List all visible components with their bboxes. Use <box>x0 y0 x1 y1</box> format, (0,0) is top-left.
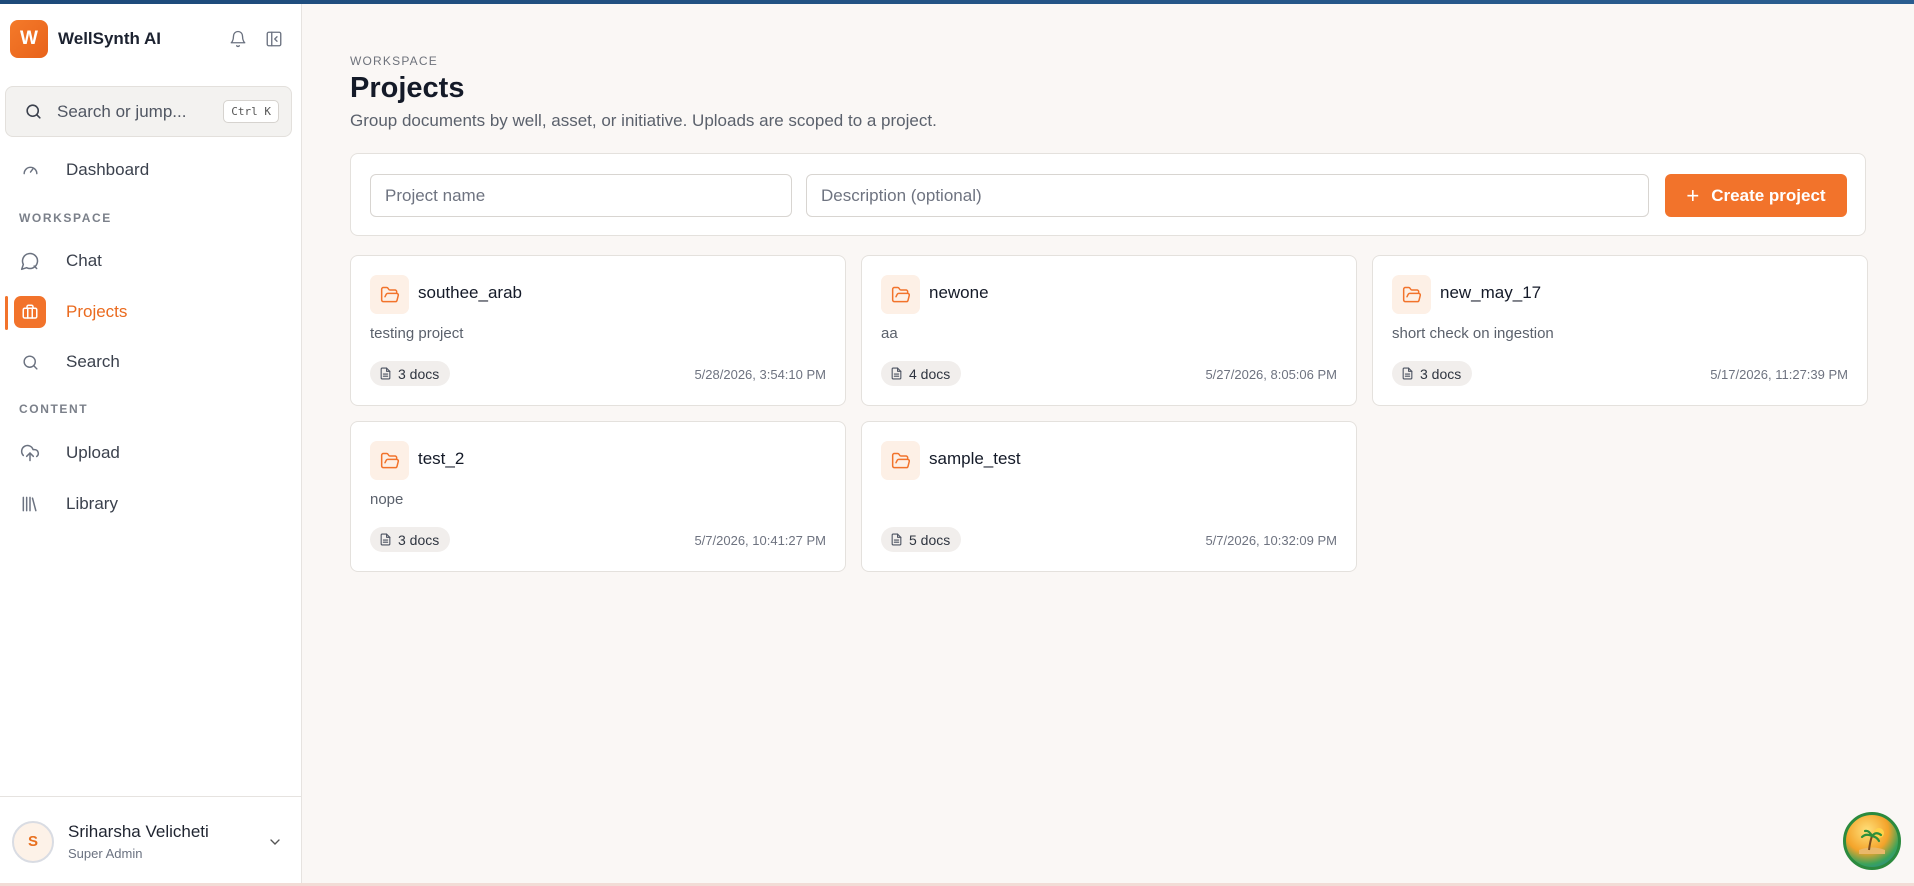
user-info: Sriharsha Velicheti Super Admin <box>68 822 260 861</box>
user-name: Sriharsha Velicheti <box>68 822 209 841</box>
bell-icon <box>230 30 246 48</box>
palm-island-icon <box>1859 828 1885 854</box>
doc-count: 4 docs <box>909 365 951 382</box>
chevron-down-icon <box>260 834 290 850</box>
project-name: test_2 <box>418 449 465 468</box>
project-name: sample_test <box>929 449 1021 468</box>
sidebar-item-label: Projects <box>66 302 128 321</box>
folder-icon <box>370 441 409 480</box>
collapse-sidebar-button[interactable] <box>256 21 292 57</box>
doc-count-badge: 3 docs <box>370 527 451 552</box>
project-name: southee_arab <box>418 283 522 302</box>
create-project-button[interactable]: + Create project <box>1665 174 1847 217</box>
user-role: Super Admin <box>68 846 143 861</box>
doc-count: 5 docs <box>909 531 951 548</box>
panel-left-icon <box>266 31 282 47</box>
project-date: 5/28/2026, 3:54:10 PM <box>694 367 826 382</box>
briefcase-icon <box>14 296 46 328</box>
project-date: 5/7/2026, 10:41:27 PM <box>694 533 826 548</box>
sidebar-item-projects[interactable]: Projects <box>10 292 292 332</box>
chat-icon <box>14 245 46 277</box>
avatar: S <box>12 820 54 863</box>
section-label-workspace: WORKSPACE <box>19 211 112 225</box>
brand-header: W WellSynth AI <box>10 20 292 58</box>
project-card[interactable]: new_may_17 short check on ingestion 3 do… <box>1372 255 1868 406</box>
sidebar-item-chat[interactable]: Chat <box>10 241 292 281</box>
global-search[interactable]: Search or jump... Ctrl K <box>5 86 292 137</box>
folder-icon <box>1392 275 1431 314</box>
create-project-form: + Create project <box>350 153 1866 236</box>
file-icon <box>1401 367 1414 380</box>
file-icon <box>379 533 392 546</box>
folder-icon <box>881 275 920 314</box>
sidebar-item-label: Library <box>66 494 118 513</box>
page-eyebrow: WORKSPACE <box>350 54 438 68</box>
project-card[interactable]: newone aa 4 docs 5/27/2026, 8:05:06 PM <box>861 255 1357 406</box>
sidebar-item-label: Search <box>66 352 120 371</box>
doc-count: 3 docs <box>1420 365 1462 382</box>
app-logo: W <box>10 20 48 58</box>
assistant-launcher-button[interactable] <box>1843 812 1901 870</box>
main-content: WORKSPACE Projects Group documents by we… <box>302 0 1914 886</box>
active-indicator <box>5 296 8 330</box>
create-project-label: Create project <box>1711 185 1826 205</box>
project-card[interactable]: southee_arab testing project 3 docs 5/28… <box>350 255 846 406</box>
search-placeholder: Search or jump... <box>57 101 187 121</box>
cloud-upload-icon <box>14 437 46 469</box>
page-title: Projects <box>350 72 465 104</box>
app-name: WellSynth AI <box>58 29 161 48</box>
doc-count: 3 docs <box>398 365 440 382</box>
notifications-button[interactable] <box>220 21 256 57</box>
project-name-input[interactable] <box>370 174 792 217</box>
plus-icon: + <box>1686 182 1700 208</box>
search-shortcut: Ctrl K <box>223 100 279 123</box>
sidebar-item-label: Dashboard <box>66 160 150 179</box>
project-date: 5/27/2026, 8:05:06 PM <box>1205 367 1337 382</box>
sidebar-item-dashboard[interactable]: Dashboard <box>10 150 292 190</box>
sidebar-item-library[interactable]: Library <box>10 484 292 524</box>
project-card[interactable]: sample_test 5 docs 5/7/2026, 10:32:09 PM <box>861 421 1357 572</box>
sidebar-item-label: Upload <box>66 443 120 462</box>
top-accent-line <box>0 0 1914 4</box>
file-icon <box>890 533 903 546</box>
sidebar-item-upload[interactable]: Upload <box>10 433 292 473</box>
project-description: aa <box>881 325 898 342</box>
sidebar-item-search[interactable]: Search <box>10 342 292 382</box>
section-label-content: CONTENT <box>19 402 89 416</box>
file-icon <box>379 367 392 380</box>
gauge-icon <box>14 154 46 186</box>
user-menu[interactable]: S Sriharsha Velicheti Super Admin <box>0 796 302 886</box>
page-subtitle: Group documents by well, asset, or initi… <box>350 111 937 130</box>
project-name: new_may_17 <box>1440 283 1542 302</box>
sidebar-item-label: Chat <box>66 251 102 270</box>
project-date: 5/7/2026, 10:32:09 PM <box>1205 533 1337 548</box>
doc-count-badge: 5 docs <box>881 527 962 552</box>
project-description: short check on ingestion <box>1392 325 1554 342</box>
file-icon <box>890 367 903 380</box>
doc-count-badge: 3 docs <box>370 361 451 386</box>
doc-count-badge: 4 docs <box>881 361 962 386</box>
search-icon <box>14 346 46 378</box>
project-name: newone <box>929 283 989 302</box>
project-card[interactable]: test_2 nope 3 docs 5/7/2026, 10:41:27 PM <box>350 421 846 572</box>
library-icon <box>14 488 46 520</box>
project-date: 5/17/2026, 11:27:39 PM <box>1710 367 1848 382</box>
doc-count-badge: 3 docs <box>1392 361 1473 386</box>
folder-icon <box>370 275 409 314</box>
project-description: nope <box>370 491 404 508</box>
doc-count: 3 docs <box>398 531 440 548</box>
folder-icon <box>881 441 920 480</box>
project-description-input[interactable] <box>806 174 1649 217</box>
sidebar: W WellSynth AI Search or jump... Ctrl K … <box>0 0 302 886</box>
project-description: testing project <box>370 325 464 342</box>
search-icon <box>26 104 41 119</box>
